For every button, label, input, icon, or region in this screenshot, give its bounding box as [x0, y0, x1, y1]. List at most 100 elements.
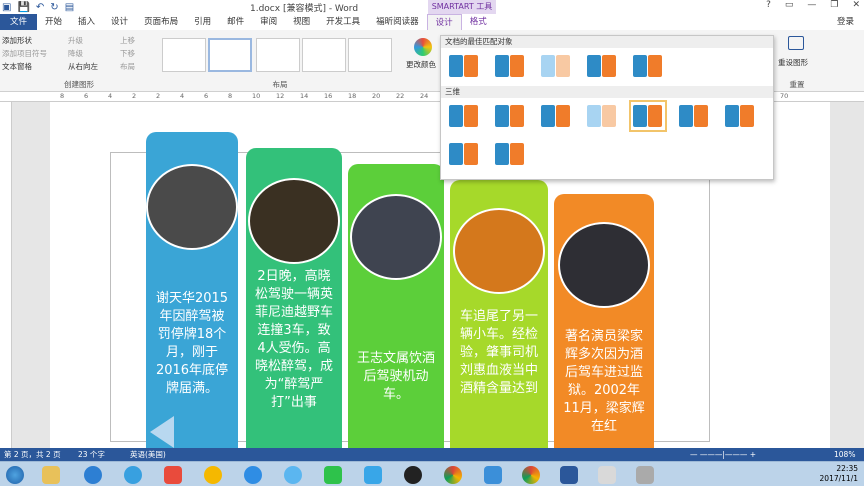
save-icon[interactable]: 💾 — [17, 2, 29, 13]
minimize-button[interactable]: — — [807, 0, 816, 10]
app-icon[interactable] — [598, 466, 616, 484]
move-up-button[interactable]: 上移 — [120, 34, 135, 47]
text-pane-button[interactable]: 文本窗格 — [2, 60, 47, 73]
card-5[interactable]: 著名演员梁家辉多次因为酒后驾车进过监狱。2002年11月，梁家辉在红 — [554, 194, 654, 448]
gallery-section-3d: 三维 — [441, 86, 773, 98]
add-shape-button[interactable]: 添加形状 — [2, 34, 47, 47]
create-graphic-group: 添加形状 添加项目符号 文本窗格 升级 降级 从右向左 上移 下移 布局 创建图… — [2, 32, 156, 90]
layout-group-label: 布局 — [272, 80, 288, 89]
color-swatch[interactable] — [585, 52, 619, 80]
app-icon[interactable] — [364, 466, 382, 484]
reset-graphic-button[interactable]: 重设图形 — [778, 56, 808, 69]
word-icon[interactable]: ▣ — [2, 2, 11, 13]
tab-smartart-design[interactable]: 设计 — [426, 14, 462, 30]
card-1[interactable]: 谢天华2015年因醉驾被罚停牌18个月，刚于2016年底停牌届满。 — [146, 132, 238, 448]
color-swatch[interactable] — [539, 52, 573, 80]
tab-developer[interactable]: 开发工具 — [318, 14, 368, 30]
color-swatch[interactable] — [493, 102, 527, 130]
word-icon[interactable] — [560, 466, 578, 484]
color-swatch[interactable] — [539, 102, 573, 130]
tab-file[interactable]: 文件 — [0, 14, 38, 30]
ruler-tick-label: 4 — [108, 92, 113, 100]
app-icon[interactable] — [244, 466, 262, 484]
layout-option[interactable] — [256, 38, 300, 72]
layout-dropdown-button[interactable]: 布局 — [120, 60, 135, 73]
tab-design[interactable]: 设计 — [103, 14, 136, 30]
help-button[interactable]: ? — [766, 0, 771, 10]
app-icon[interactable] — [484, 466, 502, 484]
word-count[interactable]: 23 个字 — [78, 448, 105, 461]
ribbon-display-button[interactable]: ▭ — [785, 0, 794, 10]
layout-option[interactable] — [348, 38, 392, 72]
color-swatch[interactable] — [723, 102, 757, 130]
create-graphic-group-label: 创建图形 — [64, 80, 94, 89]
card-4[interactable]: 车追尾了另一辆小车。经检验，肇事司机刘惠血液当中酒精含量达到 — [450, 180, 548, 448]
print-preview-icon[interactable]: ▤ — [65, 2, 74, 13]
color-swatch[interactable] — [585, 102, 619, 130]
right-to-left-button[interactable]: 从右向左 — [68, 60, 98, 73]
start-button-icon[interactable] — [6, 466, 24, 484]
change-colors-button[interactable]: 更改颜色 — [406, 58, 436, 71]
redo-icon[interactable]: ↻ — [50, 2, 58, 13]
app-icon[interactable] — [164, 466, 182, 484]
color-swatch[interactable] — [447, 102, 481, 130]
vertical-ruler — [0, 102, 12, 448]
ie-browser-icon[interactable] — [84, 466, 102, 484]
chrome-icon[interactable] — [444, 466, 462, 484]
ruler-tick-label: 6 — [84, 92, 89, 100]
color-swatch[interactable] — [631, 52, 665, 80]
app-icon[interactable] — [284, 466, 302, 484]
add-bullet-button[interactable]: 添加项目符号 — [2, 47, 47, 60]
reset-graphic-icon — [788, 36, 804, 50]
color-gallery: 文档的最佳匹配对象 三维 — [440, 35, 774, 180]
tab-home[interactable]: 开始 — [37, 14, 70, 30]
zoom-slider[interactable]: — ———|——— + — [690, 448, 756, 461]
ruler-tick-label: 4 — [180, 92, 185, 100]
tab-mailings[interactable]: 邮件 — [219, 14, 252, 30]
app-icon[interactable] — [124, 466, 142, 484]
color-swatch[interactable] — [493, 140, 527, 168]
color-swatch[interactable] — [677, 102, 711, 130]
ribbon-tabs: 文件 开始 插入 设计 页面布局 引用 邮件 审阅 视图 开发工具 福昕阅读器 … — [0, 14, 864, 30]
wechat-icon[interactable] — [324, 466, 342, 484]
login-link[interactable]: 登录 — [837, 15, 854, 27]
ruler-tick-label: 24 — [420, 92, 429, 100]
color-swatch[interactable] — [447, 52, 481, 80]
layout-option[interactable] — [302, 38, 346, 72]
tab-page-layout[interactable]: 页面布局 — [136, 14, 186, 30]
color-swatch[interactable] — [447, 140, 481, 168]
close-button[interactable]: ✕ — [852, 0, 860, 10]
card-2-text: 2日晚，高晓松驾驶一辆英菲尼迪越野车连撞3车，致4人受伤。高晓松醉驾，成为“醉驾… — [254, 269, 333, 410]
tab-references[interactable]: 引用 — [186, 14, 219, 30]
chrome-icon[interactable] — [522, 466, 540, 484]
color-swatch-selected[interactable] — [629, 100, 667, 132]
app-icon[interactable] — [204, 466, 222, 484]
portrait-photo — [453, 208, 545, 294]
system-clock[interactable]: 22:35 2017/11/1 — [820, 464, 858, 484]
ruler-tick-label: 16 — [324, 92, 333, 100]
page-count[interactable]: 第 2 页，共 2 页 — [4, 448, 61, 461]
move-down-button[interactable]: 下移 — [120, 47, 135, 60]
file-explorer-icon[interactable] — [42, 466, 60, 484]
tab-foxit-reader[interactable]: 福昕阅读器 — [368, 14, 427, 30]
color-swatch[interactable] — [493, 52, 527, 80]
undo-icon[interactable]: ↶ — [36, 2, 44, 13]
qq-icon[interactable] — [404, 466, 422, 484]
promote-button[interactable]: 升级 — [68, 34, 98, 47]
tab-review[interactable]: 审阅 — [252, 14, 285, 30]
card-3[interactable]: 王志文属饮酒后驾驶机动车。 — [348, 164, 444, 448]
demote-button[interactable]: 降级 — [68, 47, 98, 60]
app-icon[interactable] — [636, 466, 654, 484]
tab-view[interactable]: 视图 — [285, 14, 318, 30]
layout-option[interactable] — [162, 38, 206, 72]
zoom-level[interactable]: 108% — [834, 448, 855, 461]
reset-group: 重设图形 重置 — [772, 32, 822, 90]
clock-time: 22:35 — [836, 464, 858, 473]
layout-option-selected[interactable] — [208, 38, 252, 72]
tab-smartart-format[interactable]: 格式 — [461, 14, 495, 30]
restore-button[interactable]: ❐ — [830, 0, 838, 10]
card-2[interactable]: 2日晚，高晓松驾驶一辆英菲尼迪越野车连撞3车，致4人受伤。高晓松醉驾，成为“醉驾… — [246, 148, 342, 448]
tab-insert[interactable]: 插入 — [70, 14, 103, 30]
language[interactable]: 英语(美国) — [130, 448, 166, 461]
arrow-shape — [150, 416, 174, 448]
